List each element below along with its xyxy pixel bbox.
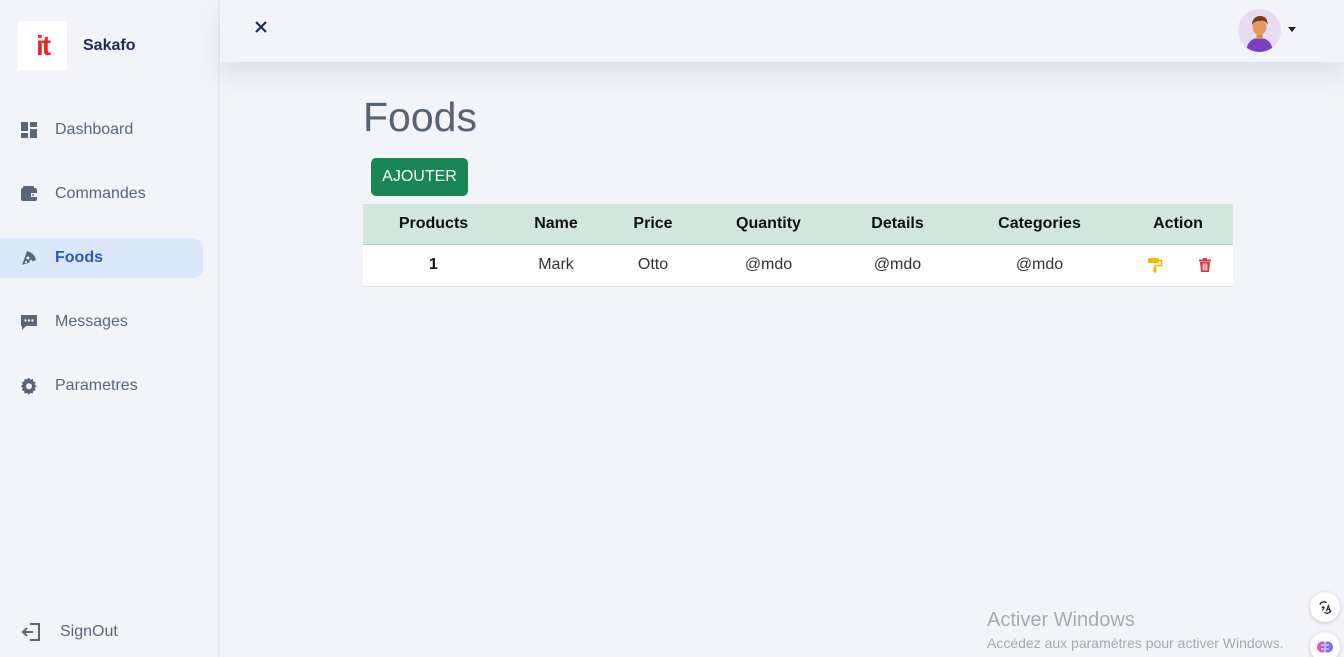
cell-name: Mark: [504, 244, 608, 287]
sidebar-item-label: Dashboard: [55, 121, 134, 138]
page-title: Foods: [363, 94, 477, 140]
cell-categories: @mdo: [956, 244, 1123, 287]
signout-label: SignOut: [60, 623, 118, 640]
message-icon: [20, 313, 38, 331]
chevron-down-icon[interactable]: [1288, 27, 1296, 32]
sidebar-item-dashboard[interactable]: Dashboard: [0, 110, 203, 150]
close-icon[interactable]: [254, 17, 272, 37]
sidebar-item-label: Commandes: [55, 185, 146, 202]
wallet-icon: [20, 185, 38, 203]
sidebar-item-parametres[interactable]: Parametres: [0, 366, 203, 406]
brand[interactable]: it Sakafo: [18, 21, 135, 70]
signout-button[interactable]: SignOut: [20, 621, 118, 643]
sidebar-item-messages[interactable]: Messages: [0, 302, 203, 342]
windows-activation-title: Activer Windows: [987, 609, 1135, 631]
paint-roller-icon[interactable]: [1147, 257, 1163, 273]
brand-name: Sakafo: [83, 36, 136, 54]
signout-icon: [20, 621, 42, 643]
cell-details: @mdo: [839, 244, 956, 287]
cell-price: Otto: [608, 244, 698, 287]
user-avatar[interactable]: [1238, 9, 1281, 52]
topbar: [220, 0, 1344, 62]
cell-product: 1: [363, 244, 504, 287]
table-row: 1 Mark Otto @mdo @mdo @mdo: [363, 244, 1233, 287]
brain-icon[interactable]: [1310, 632, 1340, 657]
pizza-icon: [20, 249, 38, 267]
cell-action: [1123, 244, 1233, 287]
translate-icon[interactable]: [1310, 592, 1340, 622]
dashboard-icon: [20, 121, 38, 139]
logo-text: it: [35, 29, 51, 61]
table-header-row: Products Name Price Quantity Details Cat…: [363, 204, 1233, 245]
trash-icon[interactable]: [1197, 257, 1213, 273]
sidebar-item-commandes[interactable]: Commandes: [0, 174, 203, 214]
add-food-button[interactable]: AJOUTER: [371, 158, 468, 196]
header-action: Action: [1123, 204, 1233, 245]
brand-logo: it: [18, 21, 67, 70]
sidebar-item-label: Foods: [55, 249, 103, 266]
cell-quantity: @mdo: [698, 244, 839, 287]
foods-table: Products Name Price Quantity Details Cat…: [363, 204, 1233, 287]
header-price: Price: [608, 204, 698, 245]
header-products: Products: [363, 204, 504, 245]
header-quantity: Quantity: [698, 204, 839, 245]
header-name: Name: [504, 204, 608, 245]
gear-icon: [20, 377, 38, 395]
sidebar-item-foods[interactable]: Foods: [0, 238, 203, 278]
sidebar-item-label: Messages: [55, 313, 128, 330]
windows-activation-subtitle: Accédez aux paramètres pour activer Wind…: [987, 635, 1284, 651]
sidebar-item-label: Parametres: [55, 377, 138, 394]
header-categories: Categories: [956, 204, 1123, 245]
header-details: Details: [839, 204, 956, 245]
sidebar: it Sakafo Dashboard Commandes Foods Mess…: [0, 0, 220, 657]
